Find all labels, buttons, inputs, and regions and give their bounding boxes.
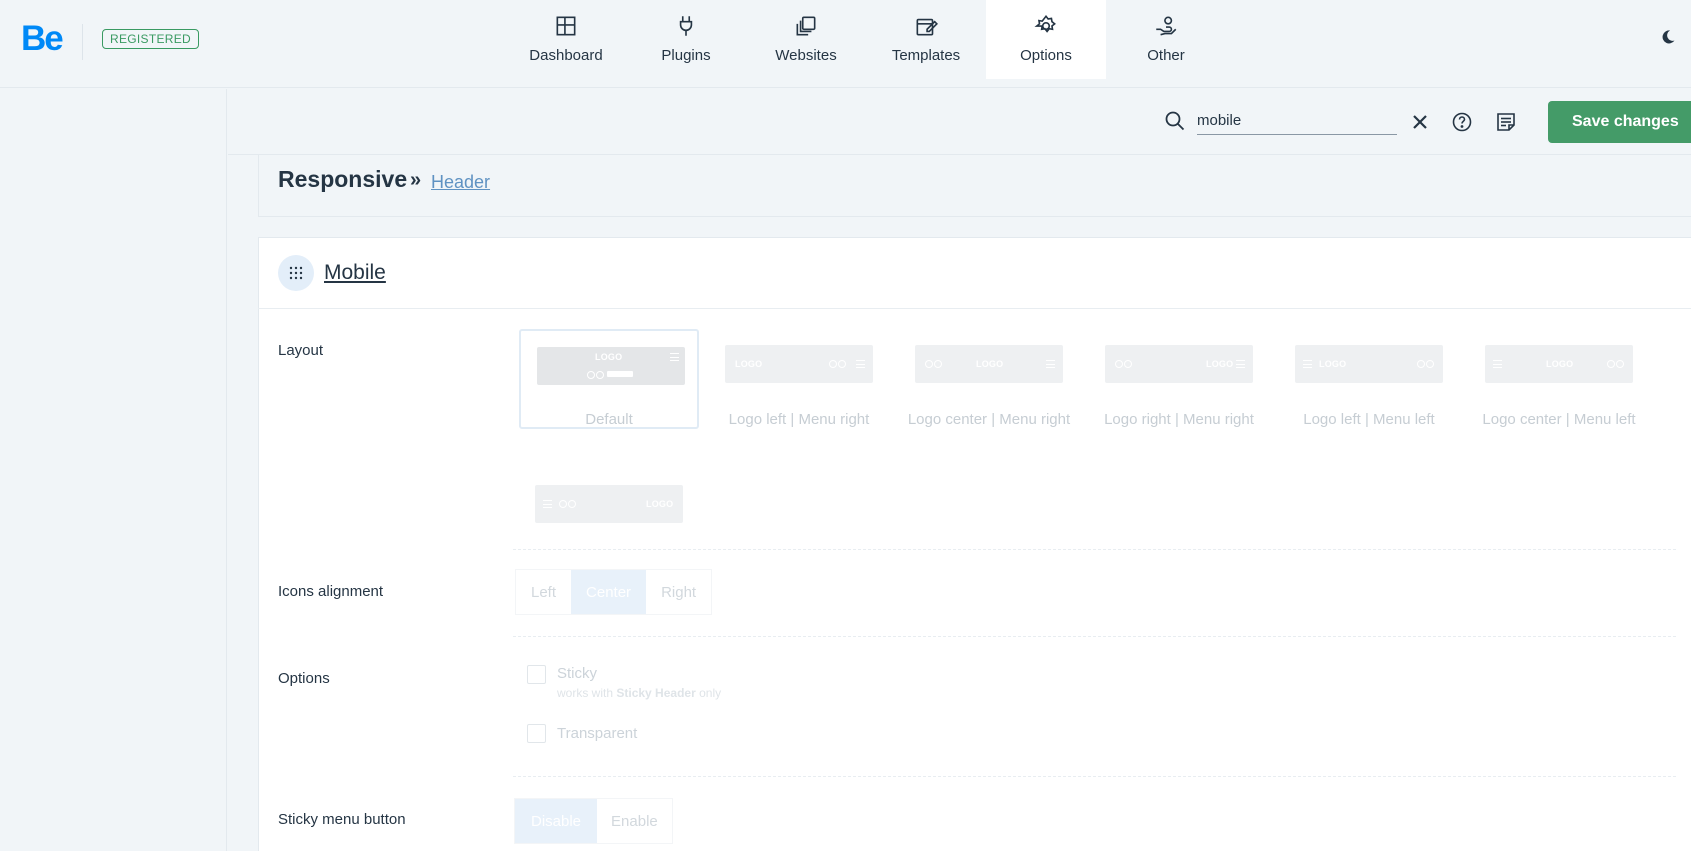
clear-search-icon[interactable]: [1410, 112, 1430, 132]
sticky-disable-button[interactable]: Disable: [515, 799, 598, 843]
card-icon: [278, 255, 314, 291]
nav-label: Options: [1020, 47, 1072, 64]
thumb-logo: LOGO: [1206, 359, 1234, 369]
layout-thumbnail: LOGO: [725, 345, 873, 383]
transparent-label: Transparent: [557, 725, 638, 742]
transparent-checkbox[interactable]: [527, 724, 546, 743]
search-icon: [1165, 111, 1185, 131]
align-right-button[interactable]: Right: [646, 570, 712, 614]
align-left-button[interactable]: Left: [516, 570, 572, 614]
thumb-bar: [607, 371, 633, 377]
icons-icon: [1115, 360, 1133, 368]
layout-option-label: Logo center | Menu right: [907, 411, 1071, 428]
nav-dashboard[interactable]: Dashboard: [506, 0, 626, 79]
sticky-note-prefix: works with: [557, 686, 614, 700]
thumb-logo: LOGO: [595, 352, 623, 362]
search-input[interactable]: [1197, 107, 1397, 135]
thumb-logo: LOGO: [735, 359, 763, 369]
thumb-logo: LOGO: [646, 499, 674, 509]
nav-other[interactable]: Other: [1106, 0, 1226, 79]
options-label: Options: [278, 670, 330, 687]
nav-websites[interactable]: Websites: [746, 0, 866, 79]
layout-thumbnail: LOGO: [1485, 345, 1633, 383]
layout-option-label: Logo left | Menu left: [1303, 411, 1435, 428]
notes-icon[interactable]: [1495, 111, 1517, 133]
icons-alignment-segmented: Left Center Right: [515, 569, 713, 615]
hamburger-icon: [1303, 360, 1312, 368]
gear-icon: [1034, 14, 1056, 33]
sidebar: [0, 89, 227, 851]
layout-option-menu-left-logo-right[interactable]: LOGO: [519, 469, 699, 569]
sticky-note-suffix: only: [699, 686, 722, 700]
layout-option-label: Logo left | Menu right: [728, 411, 870, 428]
dashboard-icon: [556, 16, 576, 36]
nav-label: Templates: [891, 47, 961, 64]
card-header: [258, 237, 1691, 309]
thumb-logo: LOGO: [976, 359, 1004, 369]
sticky-menu-button-label: Sticky menu button: [278, 811, 406, 828]
row-divider: [513, 776, 1676, 777]
websites-icon: [796, 16, 816, 36]
layout-thumbnail: LOGO: [1105, 345, 1253, 383]
help-icon[interactable]: [1451, 111, 1473, 133]
logo-divider: [82, 24, 83, 60]
thumb-logo: LOGO: [1546, 359, 1574, 369]
hamburger-icon: [1493, 360, 1502, 368]
icons-icon: [1417, 360, 1435, 368]
nav-label: Websites: [775, 47, 837, 64]
templates-icon: [916, 18, 938, 36]
hamburger-icon: [543, 500, 552, 508]
nav-templates[interactable]: Templates: [866, 0, 986, 79]
main-nav: Dashboard Plugins Websites Templates Opt…: [506, 0, 1226, 79]
hamburger-icon: [670, 353, 679, 361]
icons-icon: [829, 360, 847, 368]
plug-icon: [679, 16, 693, 36]
hamburger-icon: [1046, 360, 1055, 368]
save-changes-button[interactable]: Save changes: [1548, 101, 1691, 143]
section-title[interactable]: Mobile: [324, 261, 386, 285]
nav-options[interactable]: Options: [986, 0, 1106, 79]
layout-thumbnail: LOGO: [915, 345, 1063, 383]
sticky-note-bold: Sticky Header: [616, 686, 696, 700]
nav-label: Other: [1147, 47, 1185, 64]
hamburger-icon: [1236, 360, 1245, 368]
icons-icon: [1607, 360, 1625, 368]
nav-label: Dashboard: [529, 47, 603, 64]
breadcrumb-link-header[interactable]: Header: [431, 172, 490, 193]
sticky-note: works with Sticky Header only: [557, 686, 721, 700]
breadcrumb-separator: »: [410, 169, 422, 191]
layout-option-label: Logo center | Menu left: [1482, 411, 1636, 428]
sticky-enable-button[interactable]: Enable: [597, 799, 672, 843]
icons-icon: [587, 371, 605, 379]
grid-dots-icon: [289, 266, 303, 280]
sticky-menu-button-segmented: Disable Enable: [514, 798, 673, 844]
sticky-label: Sticky: [557, 665, 598, 682]
layout-thumbnail: LOGO: [1295, 345, 1443, 383]
be-logo[interactable]: Be: [21, 20, 64, 58]
layout-thumbnail: LOGO: [537, 347, 685, 385]
icons-icon: [559, 500, 577, 508]
layout-option-label: Logo right | Menu right: [1104, 411, 1254, 428]
page-title: Responsive: [278, 166, 408, 192]
registered-badge: REGISTERED: [102, 29, 200, 49]
row-divider: [513, 549, 1676, 550]
row-divider: [513, 636, 1676, 637]
sticky-checkbox[interactable]: [527, 665, 546, 684]
nav-label: Plugins: [661, 47, 711, 64]
layout-thumbnail: LOGO: [535, 485, 683, 523]
layout-option-label: Default: [585, 411, 633, 428]
align-center-button[interactable]: Center: [571, 570, 647, 614]
thumb-logo: LOGO: [1319, 359, 1347, 369]
hand-user-icon: [1156, 16, 1177, 36]
moon-icon[interactable]: [1660, 29, 1676, 45]
hamburger-icon: [856, 360, 865, 368]
icons-icon: [925, 360, 943, 368]
layout-label: Layout: [278, 342, 324, 359]
nav-plugins[interactable]: Plugins: [626, 0, 746, 79]
icons-alignment-label: Icons alignment: [278, 583, 384, 600]
